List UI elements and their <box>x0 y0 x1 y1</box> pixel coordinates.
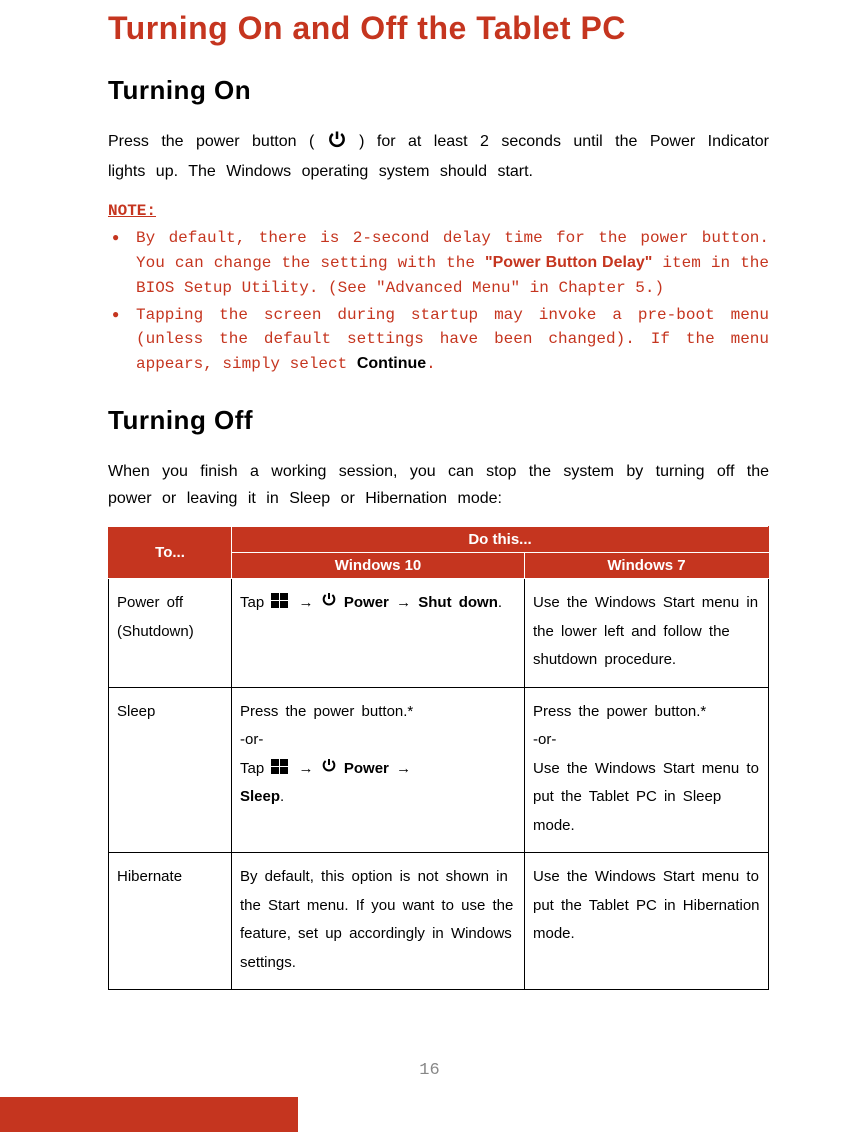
cell-to: Hibernate <box>109 853 232 990</box>
note-text: Tapping the screen during startup may in… <box>136 306 769 374</box>
cell-bold: Power <box>344 760 396 777</box>
power-icon <box>327 129 347 158</box>
cell-to: Power off (Shutdown) <box>109 579 232 688</box>
cell-text: . <box>498 594 502 611</box>
note-bold: Continue <box>357 355 426 372</box>
power-icon <box>321 594 337 611</box>
th-windows7: Windows 7 <box>525 553 769 579</box>
table-row: Hibernate By default, this option is not… <box>109 853 769 990</box>
note-label: NOTE: <box>108 199 769 224</box>
cell-text: -or- <box>240 731 263 748</box>
note-item: By default, there is 2-second delay time… <box>108 226 769 300</box>
cell-text: Press the power button.* <box>240 703 413 720</box>
note-bold: "Power Button Delay" <box>485 254 652 271</box>
cell-text: Tap <box>240 760 271 777</box>
page-number: 16 <box>0 1061 859 1080</box>
cell-text: Tap <box>240 594 271 611</box>
table-row: Power off (Shutdown) Tap → Power → Shut … <box>109 579 769 688</box>
power-table: To... Do this... Windows 10 Windows 7 Po… <box>108 526 769 990</box>
cell-bold: Power <box>344 594 396 611</box>
arrow-right-icon: → <box>396 760 411 777</box>
cell-text: . <box>280 788 284 805</box>
th-to: To... <box>109 527 232 579</box>
heading-turning-on: Turning On <box>108 75 769 106</box>
cell-text: -or- <box>533 731 556 748</box>
cell-to: Sleep <box>109 687 232 853</box>
footer-accent-bar <box>0 1097 298 1132</box>
cell-w7: Use the Windows Start menu to put the Ta… <box>525 853 769 990</box>
note-item: Tapping the screen during startup may in… <box>108 303 769 377</box>
turning-on-paragraph: Press the power button ( ) for at least … <box>108 128 769 185</box>
cell-w7: Use the Windows Start menu in the lower … <box>525 579 769 688</box>
note-block: NOTE: By default, there is 2-second dela… <box>108 199 769 377</box>
table-row: Sleep Press the power button.* -or- Tap … <box>109 687 769 853</box>
arrow-right-icon: → <box>299 760 321 777</box>
cell-w10: By default, this option is not shown in … <box>232 853 525 990</box>
cell-bold: Sleep <box>240 788 280 805</box>
note-list: By default, there is 2-second delay time… <box>108 226 769 377</box>
heading-turning-off: Turning Off <box>108 405 769 436</box>
power-icon <box>321 760 337 777</box>
cell-bold: Shut down <box>418 594 498 611</box>
th-do-this: Do this... <box>232 527 769 553</box>
turning-off-paragraph: When you finish a working session, you c… <box>108 458 769 512</box>
para-text-before: Press the power button ( <box>108 133 327 150</box>
arrow-right-icon: → <box>299 594 321 611</box>
arrow-right-icon: → <box>396 594 418 611</box>
cell-w10: Tap → Power → Shut down. <box>232 579 525 688</box>
page-content: Turning On and Off the Tablet PC Turning… <box>0 0 859 990</box>
page-title: Turning On and Off the Tablet PC <box>108 10 769 47</box>
windows-logo-icon <box>271 759 291 775</box>
cell-text: Use the Windows Start menu to put the Ta… <box>533 760 759 834</box>
note-text: . <box>426 355 436 373</box>
cell-text: Press the power button.* <box>533 703 706 720</box>
th-windows10: Windows 10 <box>232 553 525 579</box>
cell-w10: Press the power button.* -or- Tap → Powe… <box>232 687 525 853</box>
windows-logo-icon <box>271 593 291 609</box>
cell-w7: Press the power button.* -or- Use the Wi… <box>525 687 769 853</box>
